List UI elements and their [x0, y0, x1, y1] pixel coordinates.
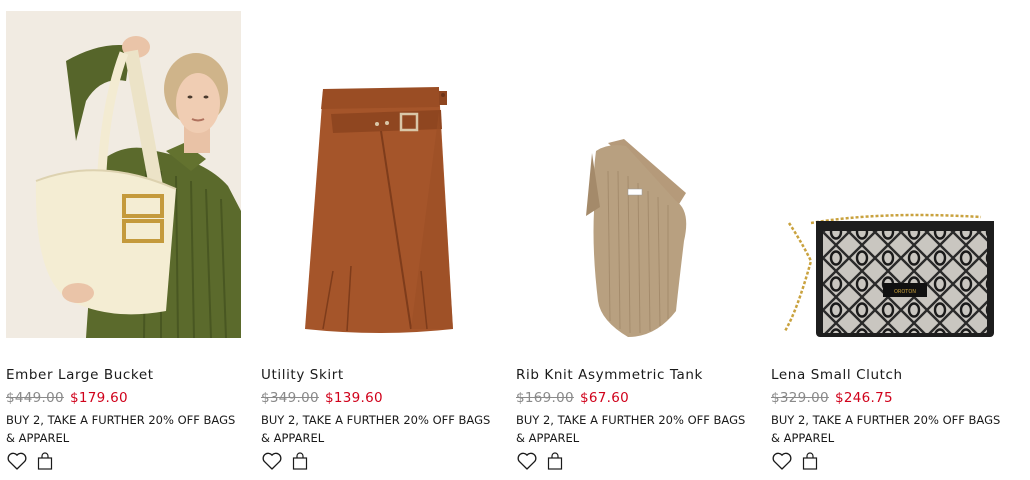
promo-text: BUY 2, TAKE A FURTHER 20% OFF BAGS & APP… — [516, 413, 746, 445]
original-price: $169.00 — [516, 390, 574, 406]
product-card-utility-skirt[interactable]: Utility Skirt $349.00 $139.60 BUY 2, TAKE… — [261, 11, 496, 471]
product-name[interactable]: Rib Knit Asymmetric Tank — [516, 367, 703, 383]
shopping-bag-icon — [292, 452, 308, 470]
heart-icon — [262, 452, 282, 470]
heart-icon — [7, 452, 27, 470]
original-price: $349.00 — [261, 390, 319, 406]
product-actions — [516, 450, 572, 472]
shopping-bag-icon — [547, 452, 563, 470]
original-price: $329.00 — [771, 390, 829, 406]
product-actions — [261, 450, 317, 472]
original-price: $449.00 — [6, 390, 64, 406]
promo-text: BUY 2, TAKE A FURTHER 20% OFF BAGS & APP… — [771, 413, 1001, 445]
wishlist-button[interactable] — [516, 450, 538, 472]
product-name[interactable]: Utility Skirt — [261, 367, 344, 383]
product-actions — [6, 450, 62, 472]
product-name[interactable]: Lena Small Clutch — [771, 367, 903, 383]
price-row: $329.00 $246.75 — [771, 390, 893, 406]
add-to-bag-button[interactable] — [799, 450, 821, 472]
heart-icon — [772, 452, 792, 470]
wishlist-button[interactable] — [771, 450, 793, 472]
sale-price: $179.60 — [69, 390, 128, 406]
product-image-rib-knit-asymmetric-tank[interactable] — [516, 11, 751, 338]
shopping-bag-icon — [802, 452, 818, 470]
promo-text: BUY 2, TAKE A FURTHER 20% OFF BAGS & APP… — [261, 413, 491, 445]
oroton-logo: OROTON — [894, 289, 916, 295]
shopping-bag-icon — [37, 452, 53, 470]
product-actions — [771, 450, 827, 472]
sale-price: $246.75 — [834, 390, 893, 406]
product-grid: Ember Large Bucket $449.00 $179.60 BUY 2,… — [6, 11, 1016, 471]
heart-icon — [517, 452, 537, 470]
product-name[interactable]: Ember Large Bucket — [6, 367, 154, 383]
add-to-bag-button[interactable] — [289, 450, 311, 472]
sale-price: $139.60 — [324, 390, 383, 406]
product-card-ember-large-bucket[interactable]: Ember Large Bucket $449.00 $179.60 BUY 2,… — [6, 11, 241, 471]
product-image-utility-skirt[interactable] — [261, 11, 496, 338]
wishlist-button[interactable] — [6, 450, 28, 472]
add-to-bag-button[interactable] — [34, 450, 56, 472]
wishlist-button[interactable] — [261, 450, 283, 472]
promo-text: BUY 2, TAKE A FURTHER 20% OFF BAGS & APP… — [6, 413, 236, 445]
product-card-rib-knit-asymmetric-tank[interactable]: Rib Knit Asymmetric Tank $169.00 $67.60 B… — [516, 11, 751, 471]
price-row: $349.00 $139.60 — [261, 390, 383, 406]
price-row: $169.00 $67.60 — [516, 390, 629, 406]
sale-price: $67.60 — [579, 390, 629, 406]
product-image-ember-large-bucket[interactable] — [6, 11, 241, 338]
add-to-bag-button[interactable] — [544, 450, 566, 472]
product-image-lena-small-clutch[interactable]: OROTON — [771, 11, 1006, 338]
price-row: $449.00 $179.60 — [6, 390, 128, 406]
product-card-lena-small-clutch[interactable]: OROTON Lena Small Clutch $329.00 $246.75 … — [771, 11, 1006, 471]
